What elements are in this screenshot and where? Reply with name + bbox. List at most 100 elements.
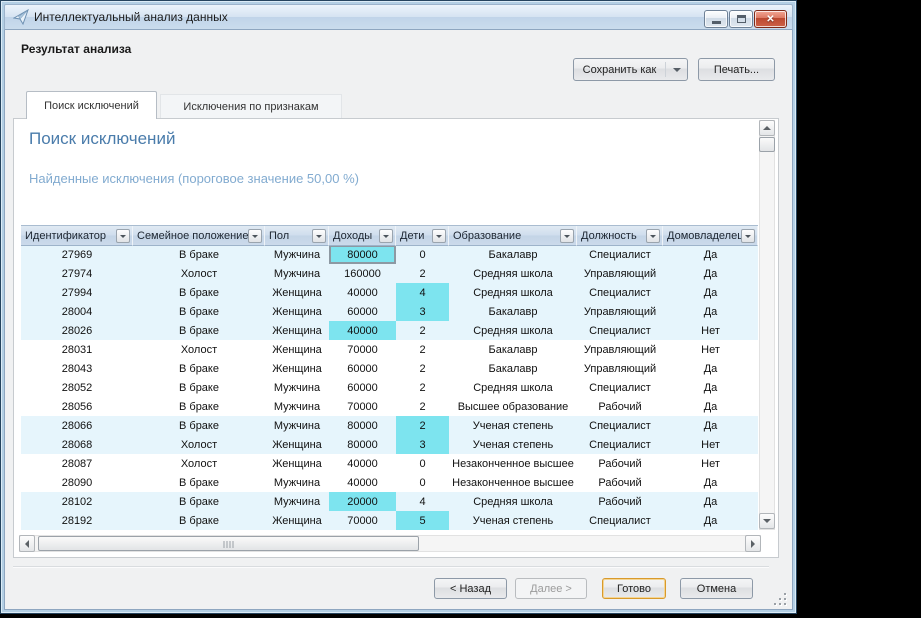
table-cell[interactable]: 40000 — [329, 454, 396, 473]
table-cell[interactable]: Специалист — [577, 378, 663, 397]
filter-dropdown-button[interactable] — [379, 229, 393, 243]
table-cell[interactable]: Да — [663, 397, 758, 416]
table-cell[interactable]: Да — [663, 302, 758, 321]
table-cell[interactable]: Специалист — [577, 321, 663, 340]
table-cell[interactable]: В браке — [133, 473, 265, 492]
table-cell[interactable]: В браке — [133, 245, 265, 264]
filter-dropdown-button[interactable] — [741, 229, 755, 243]
table-cell[interactable]: 28090 — [21, 473, 133, 492]
table-cell[interactable]: Мужчина — [265, 245, 329, 264]
table-cell-outlier[interactable]: 20000 — [329, 492, 396, 511]
cancel-button[interactable]: Отмена — [680, 578, 753, 599]
table-cell[interactable]: Средняя школа — [449, 264, 577, 283]
table-cell[interactable]: Управляющий — [577, 264, 663, 283]
table-cell[interactable]: 28056 — [21, 397, 133, 416]
table-cell[interactable]: 40000 — [329, 283, 396, 302]
table-cell[interactable]: Да — [663, 283, 758, 302]
table-cell[interactable]: 27974 — [21, 264, 133, 283]
table-cell[interactable]: Бакалавр — [449, 359, 577, 378]
table-cell[interactable]: Да — [663, 492, 758, 511]
table-cell[interactable]: Да — [663, 511, 758, 530]
h-scroll-right-button[interactable] — [745, 535, 761, 552]
h-scroll-thumb[interactable] — [38, 536, 419, 551]
table-cell[interactable]: Управляющий — [577, 340, 663, 359]
table-cell[interactable]: 28004 — [21, 302, 133, 321]
table-cell[interactable]: Средняя школа — [449, 321, 577, 340]
table-cell[interactable]: Бакалавр — [449, 245, 577, 264]
panel-v-scrollbar[interactable] — [759, 120, 775, 530]
table-cell[interactable]: Бакалавр — [449, 302, 577, 321]
table-cell[interactable]: Специалист — [577, 416, 663, 435]
filter-dropdown-button[interactable] — [646, 229, 660, 243]
minimize-button[interactable] — [704, 10, 728, 28]
table-cell[interactable]: 60000 — [329, 378, 396, 397]
table-cell[interactable]: 28068 — [21, 435, 133, 454]
table-cell[interactable]: Средняя школа — [449, 283, 577, 302]
table-cell[interactable]: 70000 — [329, 397, 396, 416]
table-cell[interactable]: Мужчина — [265, 264, 329, 283]
table-cell[interactable]: В браке — [133, 359, 265, 378]
table-cell[interactable]: Специалист — [577, 511, 663, 530]
table-cell[interactable]: 28026 — [21, 321, 133, 340]
table-cell[interactable]: В браке — [133, 321, 265, 340]
back-button[interactable]: < Назад — [434, 578, 507, 599]
table-cell[interactable]: Да — [663, 359, 758, 378]
table-cell-outlier[interactable]: 5 — [396, 511, 449, 530]
table-cell[interactable]: Нет — [663, 321, 758, 340]
table-cell[interactable]: Высшее образование — [449, 397, 577, 416]
table-cell[interactable]: Специалист — [577, 283, 663, 302]
table-cell[interactable]: 0 — [396, 473, 449, 492]
table-cell[interactable]: Женщина — [265, 340, 329, 359]
table-cell[interactable]: 80000 — [329, 416, 396, 435]
table-cell[interactable]: 2 — [396, 378, 449, 397]
save-as-dropdown[interactable] — [665, 62, 687, 77]
table-cell-outlier[interactable]: 2 — [396, 416, 449, 435]
filter-dropdown-button[interactable] — [248, 229, 262, 243]
table-cell[interactable]: 28066 — [21, 416, 133, 435]
table-cell[interactable]: Рабочий — [577, 492, 663, 511]
table-cell[interactable]: Мужчина — [265, 378, 329, 397]
table-cell-outlier[interactable]: 40000 — [329, 321, 396, 340]
table-cell[interactable]: Мужчина — [265, 416, 329, 435]
table-cell[interactable]: 28031 — [21, 340, 133, 359]
table-cell[interactable]: Рабочий — [577, 397, 663, 416]
table-cell[interactable]: 160000 — [329, 264, 396, 283]
table-cell[interactable]: Да — [663, 264, 758, 283]
filter-dropdown-button[interactable] — [432, 229, 446, 243]
close-button[interactable]: ✕ — [754, 10, 787, 28]
table-cell[interactable]: В браке — [133, 416, 265, 435]
table-cell[interactable]: 2 — [396, 397, 449, 416]
table-cell[interactable]: Нет — [663, 435, 758, 454]
table-cell[interactable]: В браке — [133, 302, 265, 321]
table-cell[interactable]: Да — [663, 245, 758, 264]
resize-grip[interactable] — [773, 592, 786, 605]
table-cell[interactable]: 2 — [396, 359, 449, 378]
table-cell[interactable]: Управляющий — [577, 302, 663, 321]
table-cell[interactable]: 28087 — [21, 454, 133, 473]
h-scroll-left-button[interactable] — [19, 535, 35, 552]
finish-button[interactable]: Готово — [602, 578, 666, 599]
table-cell[interactable]: Мужчина — [265, 473, 329, 492]
filter-dropdown-button[interactable] — [116, 229, 130, 243]
table-cell-outlier[interactable]: 4 — [396, 283, 449, 302]
table-cell[interactable]: Рабочий — [577, 454, 663, 473]
save-as-button[interactable]: Сохранить как — [573, 58, 688, 81]
table-cell[interactable]: 28052 — [21, 378, 133, 397]
table-cell[interactable]: Женщина — [265, 511, 329, 530]
table-cell[interactable]: Рабочий — [577, 473, 663, 492]
table-cell[interactable]: 0 — [396, 454, 449, 473]
table-cell-outlier[interactable]: 3 — [396, 302, 449, 321]
table-cell[interactable]: 27969 — [21, 245, 133, 264]
table-cell[interactable]: 60000 — [329, 302, 396, 321]
table-cell[interactable]: В браке — [133, 283, 265, 302]
table-cell[interactable]: Женщина — [265, 435, 329, 454]
table-cell[interactable]: Да — [663, 473, 758, 492]
table-cell[interactable]: Да — [663, 378, 758, 397]
table-cell[interactable]: 2 — [396, 321, 449, 340]
table-cell[interactable]: Женщина — [265, 359, 329, 378]
filter-dropdown-button[interactable] — [560, 229, 574, 243]
table-cell[interactable]: 0 — [396, 245, 449, 264]
table-cell-outlier[interactable]: 3 — [396, 435, 449, 454]
table-cell[interactable]: В браке — [133, 511, 265, 530]
table-cell[interactable]: Женщина — [265, 283, 329, 302]
